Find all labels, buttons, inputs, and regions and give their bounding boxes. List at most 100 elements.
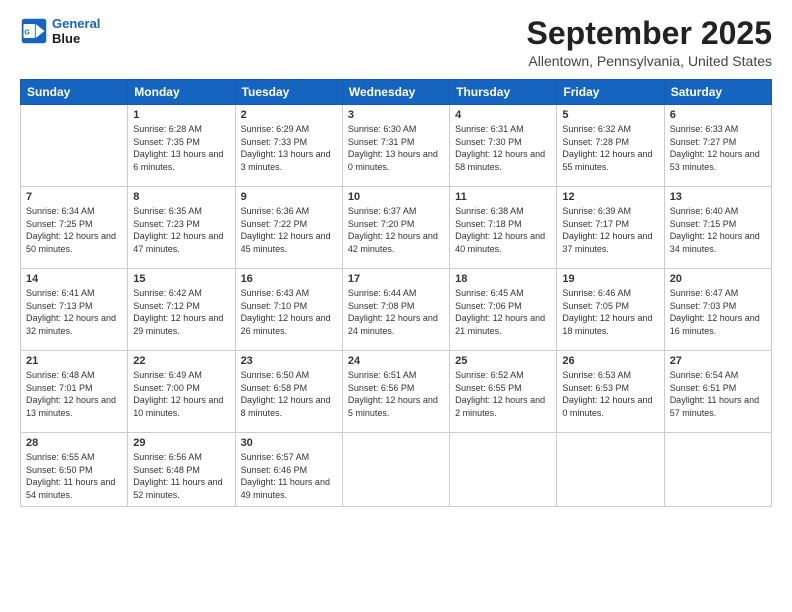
cell-content: Sunrise: 6:50 AMSunset: 6:58 PMDaylight:… <box>241 369 337 419</box>
logo: G General Blue <box>20 16 100 46</box>
calendar-cell: 4 Sunrise: 6:31 AMSunset: 7:30 PMDaylight… <box>450 105 557 187</box>
day-number: 7 <box>26 191 122 203</box>
calendar-cell <box>664 433 771 506</box>
weekday-header: Saturday <box>664 80 771 105</box>
calendar-cell: 23Sunrise: 6:50 AMSunset: 6:58 PMDayligh… <box>235 351 342 433</box>
calendar-cell: 3Sunrise: 6:30 AMSunset: 7:31 PMDaylight… <box>342 105 449 187</box>
calendar-cell <box>557 433 664 506</box>
cell-content: Sunrise: 6:45 AMSunset: 7:06 PMDaylight:… <box>455 287 551 337</box>
calendar-cell <box>342 433 449 506</box>
month-title: September 2025 <box>527 16 772 51</box>
day-number: 4 <box>455 109 551 121</box>
day-number: 25 <box>455 355 551 367</box>
day-number: 8 <box>133 191 229 203</box>
weekday-header: Monday <box>128 80 235 105</box>
weekday-header: Tuesday <box>235 80 342 105</box>
cell-content: Sunrise: 6:41 AMSunset: 7:13 PMDaylight:… <box>26 287 122 337</box>
day-number: 10 <box>348 191 444 203</box>
calendar-cell: 29Sunrise: 6:56 AMSunset: 6:48 PMDayligh… <box>128 433 235 506</box>
cell-content: Sunrise: 6:52 AMSunset: 6:55 PMDaylight:… <box>455 369 551 419</box>
cell-content: Sunrise: 6:44 AMSunset: 7:08 PMDaylight:… <box>348 287 444 337</box>
page: G General Blue September 2025 Allentown,… <box>0 0 792 612</box>
calendar-cell: 2Sunrise: 6:29 AMSunset: 7:33 PMDaylight… <box>235 105 342 187</box>
day-number: 15 <box>133 273 229 285</box>
logo-icon: G <box>20 17 48 45</box>
calendar-cell: 11 Sunrise: 6:38 AMSunset: 7:18 PMDayligh… <box>450 187 557 269</box>
day-number: 16 <box>241 273 337 285</box>
title-area: September 2025 Allentown, Pennsylvania, … <box>527 16 772 69</box>
calendar-table: SundayMondayTuesdayWednesdayThursdayFrid… <box>20 79 772 506</box>
calendar-week-row: 14Sunrise: 6:41 AMSunset: 7:13 PMDayligh… <box>21 269 772 351</box>
calendar-cell: 13Sunrise: 6:40 AMSunset: 7:15 PMDayligh… <box>664 187 771 269</box>
calendar-week-row: 1 Sunrise: 6:28 AMSunset: 7:35 PMDaylight… <box>21 105 772 187</box>
calendar-cell: 14Sunrise: 6:41 AMSunset: 7:13 PMDayligh… <box>21 269 128 351</box>
calendar-cell: 7 Sunrise: 6:34 AMSunset: 7:25 PMDaylight… <box>21 187 128 269</box>
calendar-week-row: 21 Sunrise: 6:48 AMSunset: 7:01 PMDayligh… <box>21 351 772 433</box>
cell-content: Sunrise: 6:28 AMSunset: 7:35 PMDaylight:… <box>133 123 229 173</box>
day-number: 2 <box>241 109 337 121</box>
calendar-cell: 27 Sunrise: 6:54 AMSunset: 6:51 PMDayligh… <box>664 351 771 433</box>
weekday-header: Wednesday <box>342 80 449 105</box>
calendar-cell: 19Sunrise: 6:46 AMSunset: 7:05 PMDayligh… <box>557 269 664 351</box>
cell-content: Sunrise: 6:53 AMSunset: 6:53 PMDaylight:… <box>562 369 658 419</box>
header: G General Blue September 2025 Allentown,… <box>20 16 772 69</box>
day-number: 26 <box>562 355 658 367</box>
calendar-week-row: 7 Sunrise: 6:34 AMSunset: 7:25 PMDaylight… <box>21 187 772 269</box>
calendar-cell: 21 Sunrise: 6:48 AMSunset: 7:01 PMDayligh… <box>21 351 128 433</box>
cell-content: Sunrise: 6:42 AMSunset: 7:12 PMDaylight:… <box>133 287 229 337</box>
cell-content: Sunrise: 6:49 AMSunset: 7:00 PMDaylight:… <box>133 369 229 419</box>
calendar-cell: 15 Sunrise: 6:42 AMSunset: 7:12 PMDayligh… <box>128 269 235 351</box>
day-number: 1 <box>133 109 229 121</box>
calendar-cell: 22Sunrise: 6:49 AMSunset: 7:00 PMDayligh… <box>128 351 235 433</box>
cell-content: Sunrise: 6:35 AMSunset: 7:23 PMDaylight:… <box>133 205 229 255</box>
day-number: 24 <box>348 355 444 367</box>
day-number: 6 <box>670 109 766 121</box>
day-number: 20 <box>670 273 766 285</box>
cell-content: Sunrise: 6:48 AMSunset: 7:01 PMDaylight:… <box>26 369 122 419</box>
calendar-cell <box>21 105 128 187</box>
calendar-cell: 10 Sunrise: 6:37 AMSunset: 7:20 PMDayligh… <box>342 187 449 269</box>
calendar-cell: 28 Sunrise: 6:55 AMSunset: 6:50 PMDayligh… <box>21 433 128 506</box>
cell-content: Sunrise: 6:47 AMSunset: 7:03 PMDaylight:… <box>670 287 766 337</box>
day-number: 18 <box>455 273 551 285</box>
calendar-cell: 25 Sunrise: 6:52 AMSunset: 6:55 PMDayligh… <box>450 351 557 433</box>
calendar-cell: 20 Sunrise: 6:47 AMSunset: 7:03 PMDayligh… <box>664 269 771 351</box>
weekday-header: Thursday <box>450 80 557 105</box>
cell-content: Sunrise: 6:38 AMSunset: 7:18 PMDaylight:… <box>455 205 551 255</box>
day-number: 9 <box>241 191 337 203</box>
day-number: 27 <box>670 355 766 367</box>
logo-text: General Blue <box>52 16 100 46</box>
calendar-cell: 16 Sunrise: 6:43 AMSunset: 7:10 PMDayligh… <box>235 269 342 351</box>
calendar-cell: 24 Sunrise: 6:51 AMSunset: 6:56 PMDayligh… <box>342 351 449 433</box>
day-number: 21 <box>26 355 122 367</box>
cell-content: Sunrise: 6:34 AMSunset: 7:25 PMDaylight:… <box>26 205 122 255</box>
calendar-cell: 18 Sunrise: 6:45 AMSunset: 7:06 PMDayligh… <box>450 269 557 351</box>
cell-content: Sunrise: 6:55 AMSunset: 6:50 PMDaylight:… <box>26 451 122 501</box>
cell-content: Sunrise: 6:51 AMSunset: 6:56 PMDaylight:… <box>348 369 444 419</box>
calendar-cell <box>450 433 557 506</box>
cell-content: Sunrise: 6:54 AMSunset: 6:51 PMDaylight:… <box>670 369 766 419</box>
weekday-header: Friday <box>557 80 664 105</box>
day-number: 12 <box>562 191 658 203</box>
calendar-cell: 5Sunrise: 6:32 AMSunset: 7:28 PMDaylight… <box>557 105 664 187</box>
weekday-header: Sunday <box>21 80 128 105</box>
calendar-cell: 9Sunrise: 6:36 AMSunset: 7:22 PMDaylight… <box>235 187 342 269</box>
cell-content: Sunrise: 6:40 AMSunset: 7:15 PMDaylight:… <box>670 205 766 255</box>
cell-content: Sunrise: 6:31 AMSunset: 7:30 PMDaylight:… <box>455 123 551 173</box>
cell-content: Sunrise: 6:57 AMSunset: 6:46 PMDaylight:… <box>241 451 337 501</box>
calendar-cell: 12Sunrise: 6:39 AMSunset: 7:17 PMDayligh… <box>557 187 664 269</box>
cell-content: Sunrise: 6:32 AMSunset: 7:28 PMDaylight:… <box>562 123 658 173</box>
cell-content: Sunrise: 6:43 AMSunset: 7:10 PMDaylight:… <box>241 287 337 337</box>
cell-content: Sunrise: 6:37 AMSunset: 7:20 PMDaylight:… <box>348 205 444 255</box>
cell-content: Sunrise: 6:46 AMSunset: 7:05 PMDaylight:… <box>562 287 658 337</box>
calendar-header-row: SundayMondayTuesdayWednesdayThursdayFrid… <box>21 80 772 105</box>
day-number: 11 <box>455 191 551 203</box>
location: Allentown, Pennsylvania, United States <box>527 53 772 69</box>
cell-content: Sunrise: 6:56 AMSunset: 6:48 PMDaylight:… <box>133 451 229 501</box>
day-number: 3 <box>348 109 444 121</box>
svg-text:G: G <box>24 30 30 37</box>
calendar-cell: 17Sunrise: 6:44 AMSunset: 7:08 PMDayligh… <box>342 269 449 351</box>
calendar-cell: 30Sunrise: 6:57 AMSunset: 6:46 PMDayligh… <box>235 433 342 506</box>
calendar-cell: 1 Sunrise: 6:28 AMSunset: 7:35 PMDaylight… <box>128 105 235 187</box>
day-number: 28 <box>26 437 122 449</box>
